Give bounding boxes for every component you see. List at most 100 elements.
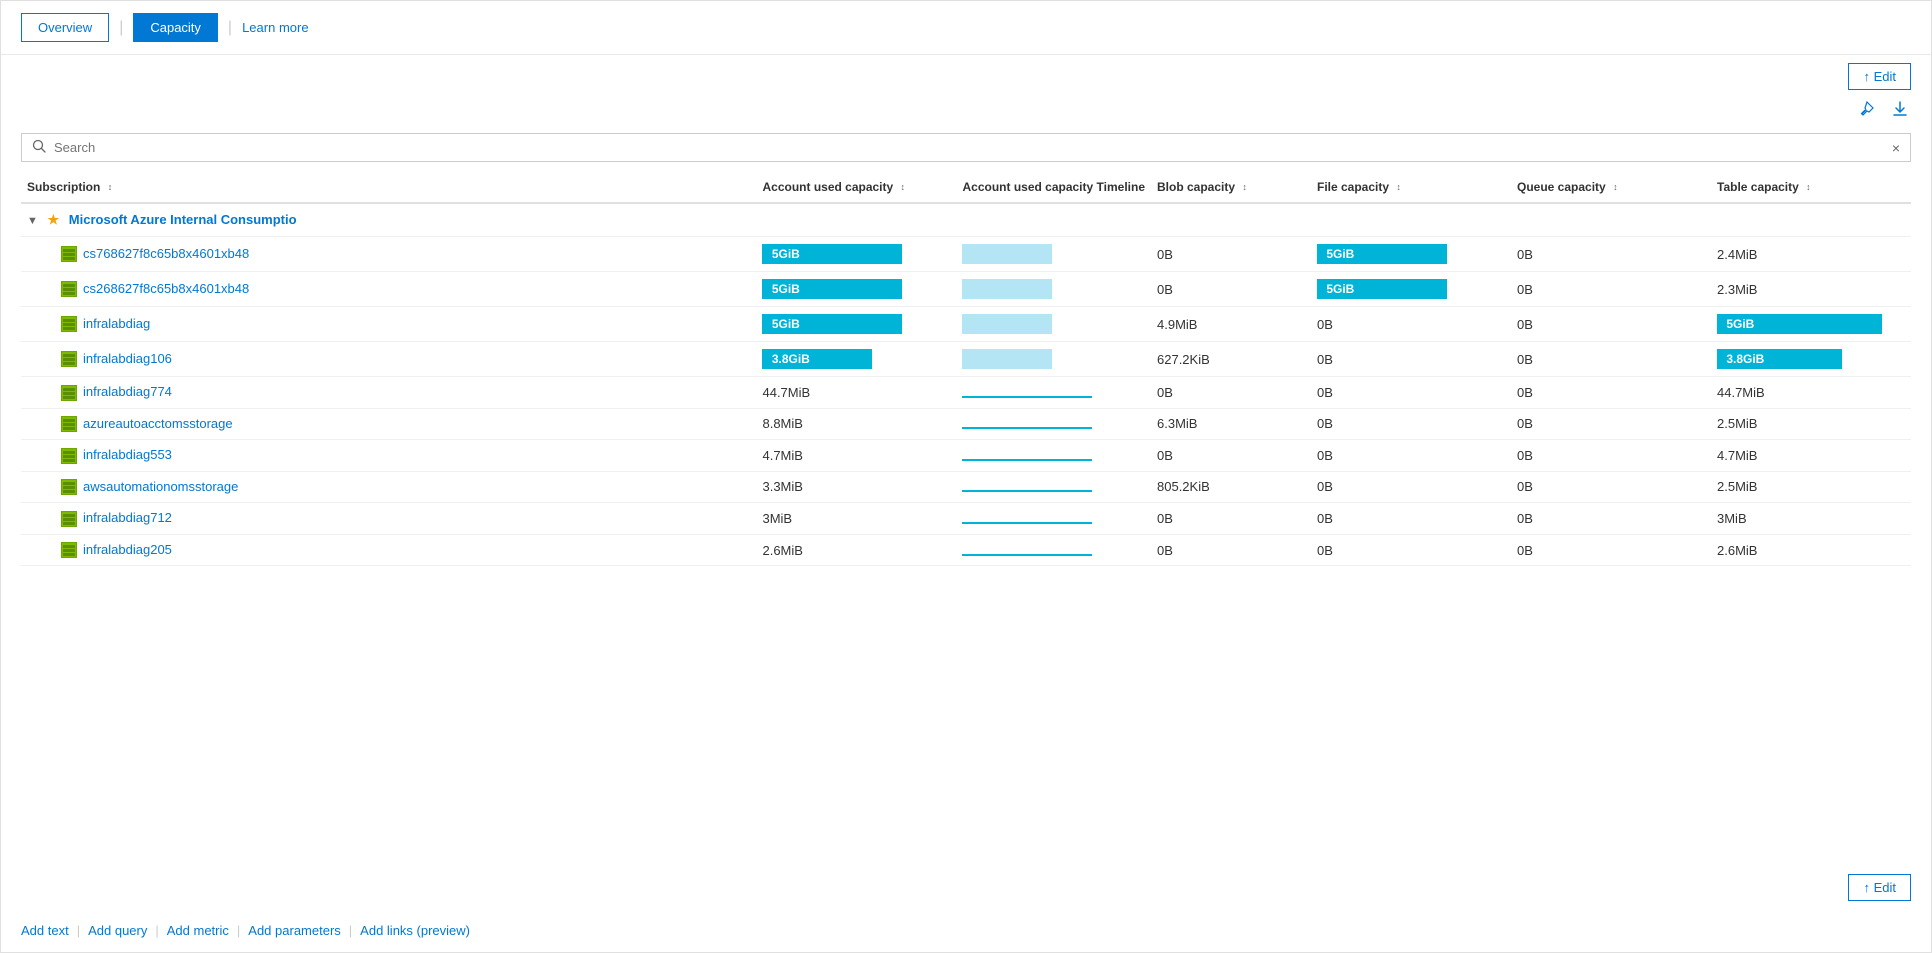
pin-button[interactable] [1855, 98, 1877, 125]
col-file-capacity: File capacity ↕ [1311, 172, 1511, 203]
footer: Add text | Add query | Add metric | Add … [1, 909, 1931, 952]
cell-blob-capacity: 6.3MiB [1151, 408, 1311, 440]
table-row: cs768627f8c65b8x4601xb48 5GiB0B 5GiB0B2.… [21, 237, 1911, 272]
cell-file-capacity: 0B [1311, 377, 1511, 409]
row-name-link[interactable]: infralabdiag553 [83, 447, 172, 462]
cell-name: cs268627f8c65b8x4601xb48 [21, 272, 756, 307]
cell-queue-capacity: 0B [1511, 237, 1711, 272]
table-row: infralabdiag2052.6MiB0B0B0B2.6MiB [21, 534, 1911, 566]
bottom-toolbar: ↑ Edit [1, 866, 1931, 909]
header-row: Subscription ↕ Account used capacity ↕ A… [21, 172, 1911, 203]
capacity-button[interactable]: Capacity [133, 13, 218, 42]
sort-icon-file[interactable]: ↕ [1396, 183, 1401, 192]
row-name-link[interactable]: azureautoacctomsstorage [83, 416, 233, 431]
edit-button-bottom[interactable]: ↑ Edit [1848, 874, 1911, 901]
sort-icon-subscription[interactable]: ↕ [108, 183, 113, 192]
cell-table-capacity: 2.5MiB [1711, 408, 1911, 440]
footer-link-add-query[interactable]: Add query [88, 923, 147, 938]
learn-more-link[interactable]: Learn more [242, 20, 308, 35]
cell-queue-capacity: 0B [1511, 307, 1711, 342]
cell-queue-capacity: 0B [1511, 272, 1711, 307]
row-name-link[interactable]: cs268627f8c65b8x4601xb48 [83, 281, 249, 296]
group-name-link[interactable]: Microsoft Azure Internal Consumptio [69, 212, 297, 227]
footer-link-add-parameters[interactable]: Add parameters [248, 923, 341, 938]
storage-icon [61, 351, 77, 367]
cell-file-capacity: 0B [1311, 342, 1511, 377]
cell-table-capacity: 5GiB [1711, 307, 1911, 342]
cell-timeline [956, 440, 1151, 472]
search-clear-button[interactable]: × [1892, 140, 1900, 156]
timeline-bar [962, 279, 1092, 299]
table-row: infralabdiag 5GiB4.9MiB0B0B 5GiB [21, 307, 1911, 342]
footer-link-add-metric[interactable]: Add metric [167, 923, 229, 938]
footer-link-add-links[interactable]: Add links (preview) [360, 923, 470, 938]
col-account-used-capacity-timeline: Account used capacity Timeline [956, 172, 1151, 203]
cell-name: infralabdiag [21, 307, 756, 342]
cell-account-capacity: 5GiB [756, 272, 956, 307]
edit-button-top[interactable]: ↑ Edit [1848, 63, 1911, 90]
cell-file-capacity: 0B [1311, 408, 1511, 440]
cell-name: infralabdiag553 [21, 440, 756, 472]
col-subscription: Subscription ↕ [21, 172, 756, 203]
cell-timeline [956, 307, 1151, 342]
cell-queue-capacity: 0B [1511, 377, 1711, 409]
cell-table-capacity: 3.8GiB [1711, 342, 1911, 377]
cell-blob-capacity: 627.2KiB [1151, 342, 1311, 377]
table-row: azureautoacctomsstorage8.8MiB6.3MiB0B0B2… [21, 408, 1911, 440]
cell-table-capacity: 44.7MiB [1711, 377, 1911, 409]
page-wrapper: Overview | Capacity | Learn more ↑ Edit [0, 0, 1932, 953]
timeline-line [962, 490, 1092, 492]
cell-blob-capacity: 0B [1151, 237, 1311, 272]
row-name-link[interactable]: infralabdiag205 [83, 542, 172, 557]
cell-file-capacity: 0B [1311, 503, 1511, 535]
footer-link-add-text[interactable]: Add text [21, 923, 69, 938]
icon-toolbar [1, 94, 1931, 133]
account-capacity-bar: 5GiB [762, 279, 902, 299]
timeline-line [962, 427, 1092, 429]
cell-timeline [956, 237, 1151, 272]
cell-table-capacity: 2.6MiB [1711, 534, 1911, 566]
cell-blob-capacity: 0B [1151, 503, 1311, 535]
row-name-link[interactable]: infralabdiag106 [83, 351, 172, 366]
storage-icon [61, 316, 77, 332]
search-input[interactable] [54, 140, 1892, 155]
table-row: cs268627f8c65b8x4601xb48 5GiB0B 5GiB0B2.… [21, 272, 1911, 307]
storage-icon [61, 542, 77, 558]
overview-button[interactable]: Overview [21, 13, 109, 42]
cell-queue-capacity: 0B [1511, 471, 1711, 503]
table-row: infralabdiag77444.7MiB0B0B0B44.7MiB [21, 377, 1911, 409]
nav-divider-2: | [228, 19, 232, 37]
cell-file-capacity: 0B [1311, 534, 1511, 566]
cell-queue-capacity: 0B [1511, 534, 1711, 566]
download-button[interactable] [1889, 98, 1911, 125]
col-table-capacity: Table capacity ↕ [1711, 172, 1911, 203]
group-cell: ▼ ★ Microsoft Azure Internal Consumptio [21, 203, 1911, 237]
row-name-link[interactable]: infralabdiag774 [83, 384, 172, 399]
cell-name: infralabdiag712 [21, 503, 756, 535]
cell-account-capacity: 3.8GiB [756, 342, 956, 377]
sort-icon-blob[interactable]: ↕ [1242, 183, 1247, 192]
account-capacity-bar: 3.8GiB [762, 349, 872, 369]
sort-icon-account-capacity[interactable]: ↕ [901, 183, 906, 192]
cell-file-capacity: 0B [1311, 440, 1511, 472]
table-row: awsautomationomsstorage3.3MiB805.2KiB0B0… [21, 471, 1911, 503]
row-name-link[interactable]: cs768627f8c65b8x4601xb48 [83, 246, 249, 261]
cell-account-capacity: 4.7MiB [756, 440, 956, 472]
cell-queue-capacity: 0B [1511, 408, 1711, 440]
sort-icon-queue[interactable]: ↕ [1613, 183, 1618, 192]
group-icon: ★ [48, 212, 60, 227]
table-capacity-bar: 3.8GiB [1717, 349, 1842, 369]
storage-icon [61, 479, 77, 495]
group-chevron-icon[interactable]: ▼ [27, 215, 38, 227]
sort-icon-table[interactable]: ↕ [1806, 183, 1811, 192]
file-capacity-bar: 5GiB [1317, 279, 1447, 299]
table-wrapper: Subscription ↕ Account used capacity ↕ A… [1, 172, 1931, 866]
row-name-link[interactable]: awsautomationomsstorage [83, 479, 238, 494]
cell-timeline [956, 377, 1151, 409]
row-name-link[interactable]: infralabdiag [83, 316, 150, 331]
timeline-line [962, 554, 1092, 556]
file-capacity-bar: 5GiB [1317, 244, 1447, 264]
cell-name: awsautomationomsstorage [21, 471, 756, 503]
storage-icon [61, 385, 77, 401]
row-name-link[interactable]: infralabdiag712 [83, 510, 172, 525]
